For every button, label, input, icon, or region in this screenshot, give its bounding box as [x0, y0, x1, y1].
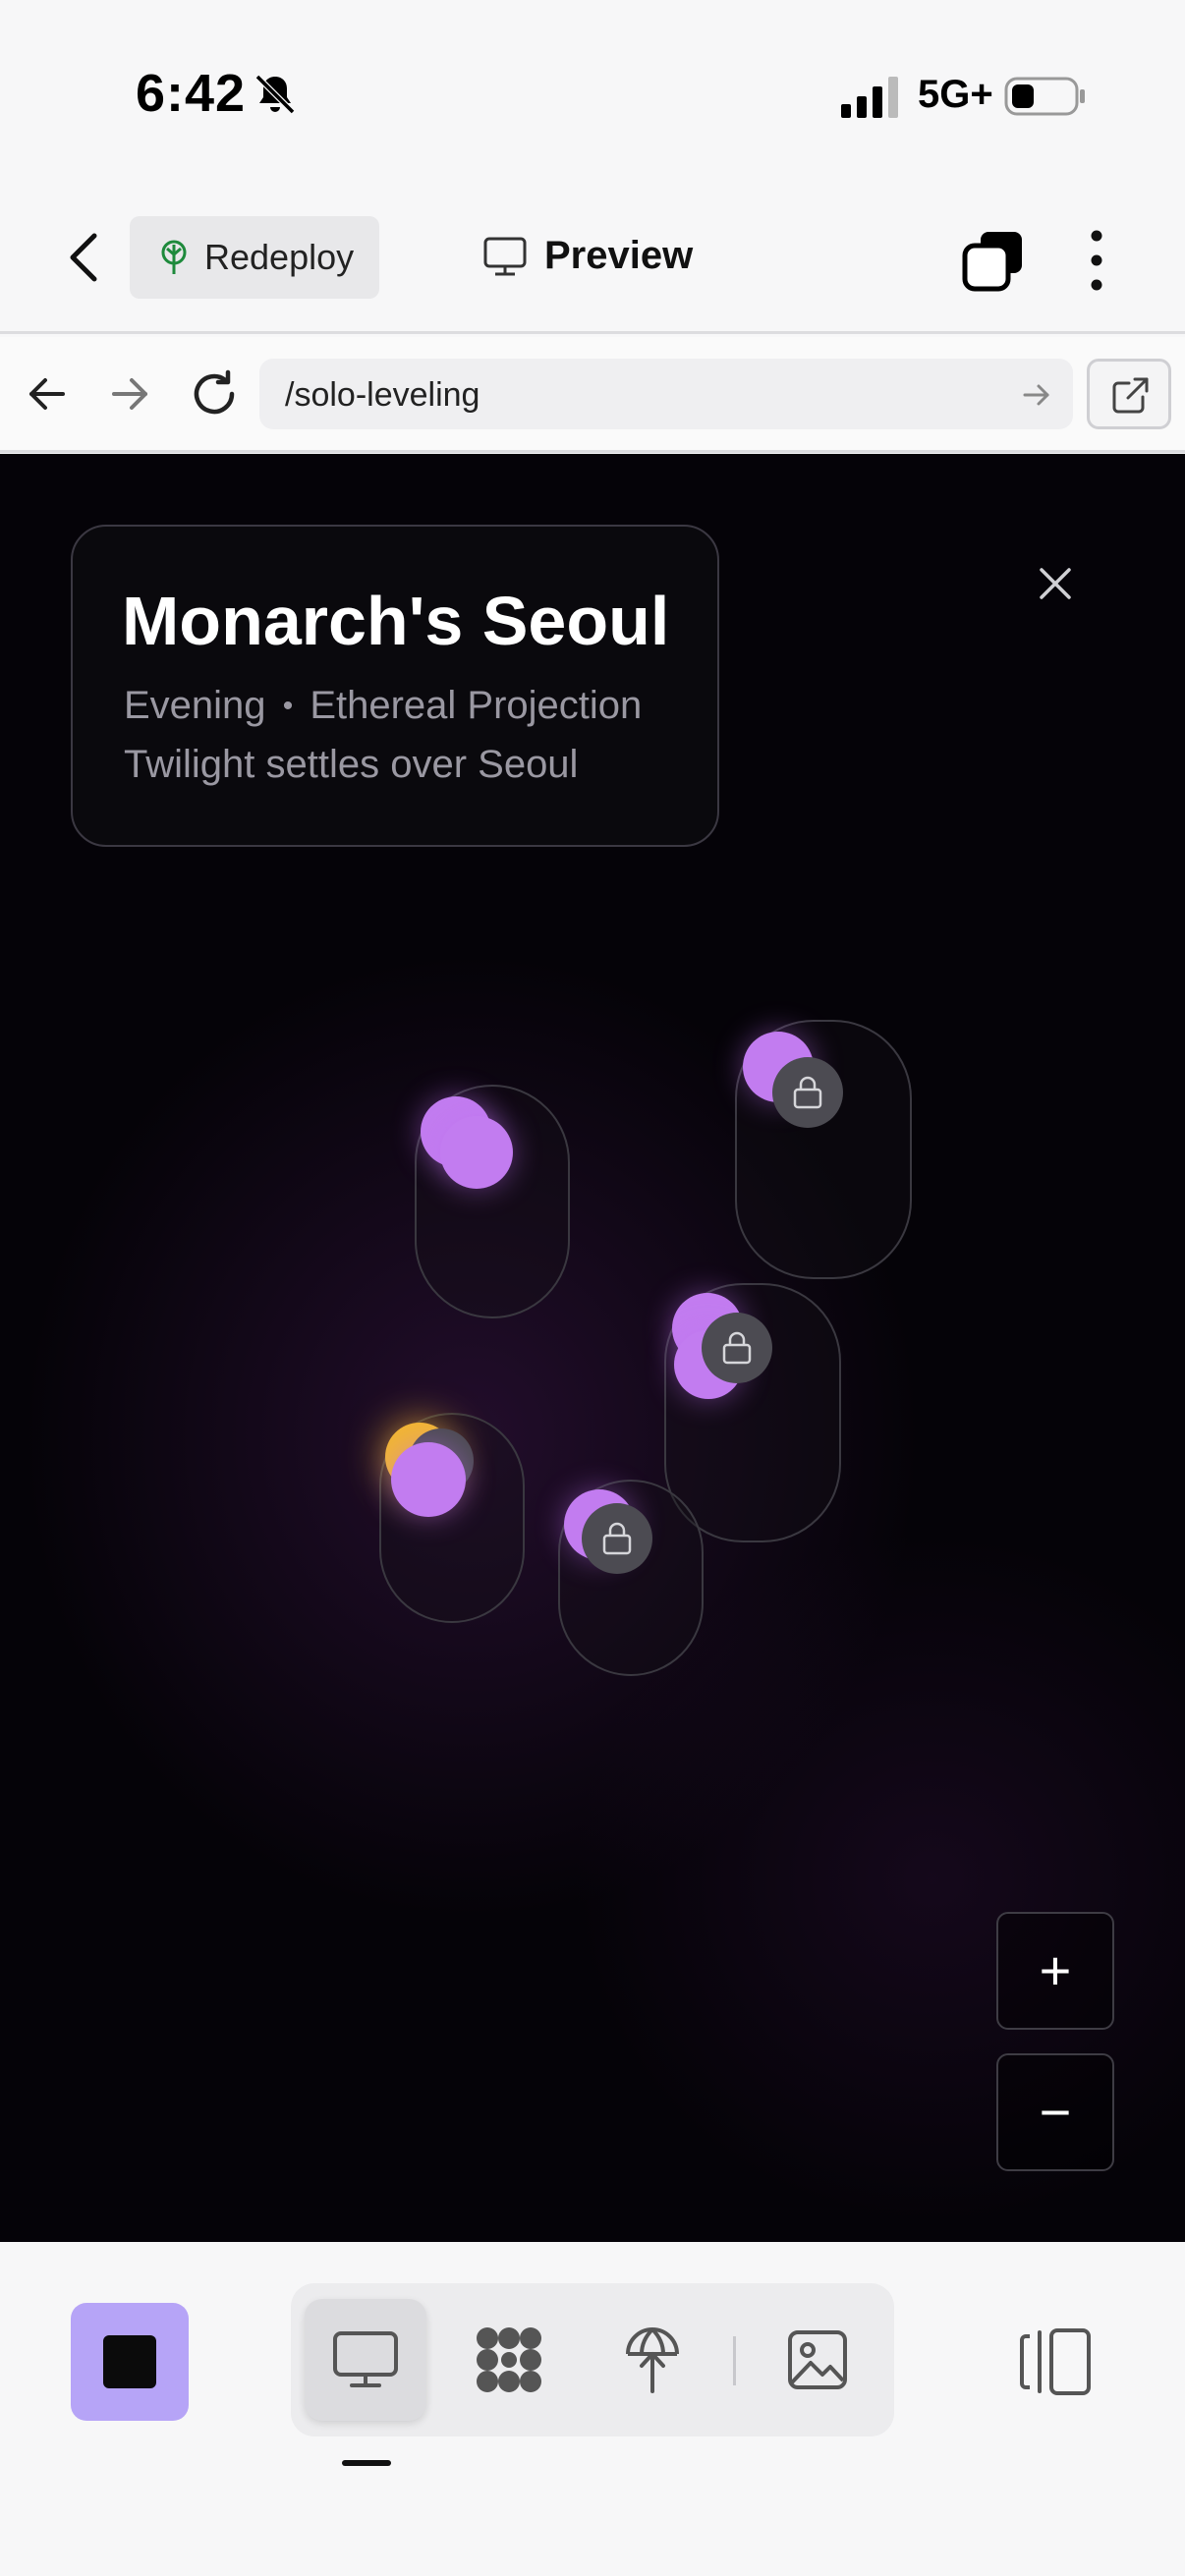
zoom-out-label: −	[1039, 2081, 1072, 2143]
zoom-in-button[interactable]: +	[996, 1912, 1114, 2030]
close-icon[interactable]	[1034, 562, 1077, 605]
redeploy-button[interactable]: Redeploy	[130, 216, 379, 299]
lock-badge	[772, 1057, 843, 1128]
reload-icon[interactable]	[187, 366, 242, 421]
map-marker[interactable]	[391, 1442, 466, 1517]
image-icon	[788, 2330, 847, 2389]
chevron-left-icon[interactable]	[57, 228, 110, 287]
preview-label: Preview	[544, 234, 694, 277]
network-graph-icon	[477, 2327, 541, 2392]
zoom-out-button[interactable]: −	[996, 2053, 1114, 2171]
arrow-left-icon[interactable]	[24, 370, 71, 418]
mode-image-button[interactable]	[757, 2299, 878, 2421]
time-of-day: Evening	[124, 684, 266, 727]
url-input[interactable]: /solo-leveling	[259, 359, 1073, 429]
arrow-go-icon[interactable]	[1022, 380, 1051, 410]
battery-icon	[1004, 77, 1085, 116]
lock-badge	[702, 1313, 772, 1383]
browser-toolbar: /solo-leveling	[0, 337, 1185, 453]
meta-separator: •	[282, 690, 294, 722]
location-meta: Evening • Ethereal Projection	[124, 684, 642, 728]
view-mode-switcher	[291, 2283, 894, 2436]
lock-icon	[722, 1331, 752, 1365]
mode-preview-button[interactable]	[305, 2299, 426, 2421]
location-card: Monarch's Seoul Evening • Ethereal Proje…	[71, 525, 719, 847]
app-header: Redeploy Preview	[0, 187, 1185, 334]
location-subtitle: Twilight settles over Seoul	[124, 743, 579, 786]
deploy-globe-icon	[626, 2327, 679, 2393]
zoom-in-label: +	[1039, 1939, 1072, 2001]
open-external-button[interactable]	[1087, 359, 1171, 429]
preview-canvas[interactable]: Monarch's Seoul Evening • Ethereal Proje…	[0, 454, 1185, 2242]
lock-icon	[602, 1522, 632, 1555]
cellular-signal-icon	[841, 77, 898, 118]
monitor-icon	[333, 2331, 398, 2387]
external-link-icon	[1112, 377, 1149, 414]
url-text: /solo-leveling	[285, 376, 480, 414]
app-icon	[103, 2335, 156, 2388]
lock-icon	[793, 1076, 822, 1109]
arrow-right-icon[interactable]	[106, 370, 153, 418]
redeploy-label: Redeploy	[204, 237, 355, 277]
projection-mode: Ethereal Projection	[310, 684, 643, 727]
mode-deploy-button[interactable]	[592, 2299, 713, 2421]
app-icon-button[interactable]	[71, 2303, 189, 2421]
network-type: 5G+	[918, 73, 993, 116]
kebab-menu-icon[interactable]	[1077, 226, 1116, 295]
status-time: 6:42	[136, 64, 247, 123]
preview-tab[interactable]: Preview	[483, 234, 693, 278]
lock-badge	[582, 1503, 652, 1574]
toolbar-divider	[733, 2336, 736, 2385]
side-panel-icon[interactable]	[1016, 2324, 1095, 2399]
active-mode-indicator	[342, 2460, 391, 2466]
bell-slash-icon	[254, 74, 296, 115]
monitor-icon	[483, 237, 527, 275]
map-marker[interactable]	[440, 1116, 513, 1189]
mode-graph-button[interactable]	[448, 2299, 570, 2421]
location-title: Monarch's Seoul	[122, 583, 670, 659]
status-bar: 6:42 5G+	[0, 0, 1185, 187]
tree-icon	[161, 240, 187, 274]
stacked-squares-icon[interactable]	[961, 228, 1026, 293]
bottom-toolbar	[0, 2242, 1185, 2576]
